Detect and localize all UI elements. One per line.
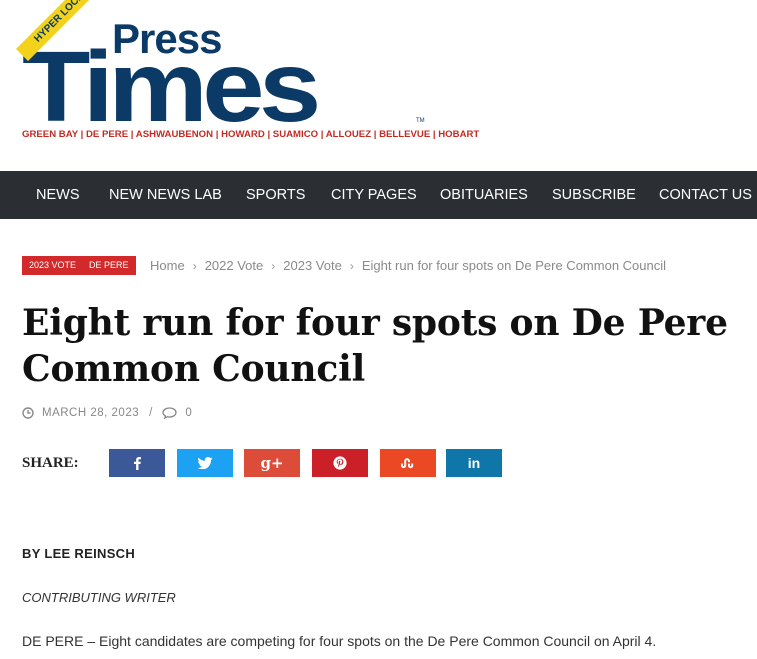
linkedin-icon: in	[467, 455, 481, 471]
breadcrumb-home[interactable]: Home	[150, 258, 185, 273]
article-date: MARCH 28, 2023	[42, 407, 140, 419]
nav-item-sports[interactable]: SPORTS	[246, 171, 305, 219]
breadcrumb: Home › 2022 Vote › 2023 Vote › Eight run for f…	[150, 256, 666, 275]
breadcrumb-current: Eight run for four spots on De Pere Comm…	[361, 258, 667, 273]
article-byline: BY LEE REINSCH	[22, 546, 136, 561]
google-plus-icon: g+	[260, 453, 284, 472]
logo-trademark: TM	[416, 118, 425, 124]
logo-press-text: Press	[112, 15, 222, 62]
nav-item-city-pages[interactable]: CITY PAGES	[331, 171, 417, 219]
breadcrumb-2022-vote[interactable]: 2022 Vote	[205, 258, 264, 273]
category-tag-de-pere[interactable]: DE PERE	[82, 256, 136, 275]
nav-item-new-news-lab[interactable]: NEW NEWS LAB	[109, 171, 222, 219]
masthead: Times Press HYPER LOCAL TM GREEN BAY | D…	[0, 0, 757, 171]
nav-item-subscribe[interactable]: SUBSCRIBE	[552, 171, 636, 219]
nav-item-contact-us[interactable]: CONTACT US	[659, 171, 752, 219]
main-nav: NEWS NEW NEWS LAB SPORTS CITY PAGES OBIT…	[0, 171, 757, 219]
chevron-right-icon: ›	[349, 259, 354, 273]
share-label: SHARE:	[22, 455, 79, 471]
share-facebook-button[interactable]	[109, 449, 165, 477]
share-twitter-button[interactable]	[177, 449, 233, 477]
twitter-icon	[197, 457, 213, 469]
press-times-logo[interactable]: Times Press HYPER LOCAL TM GREEN BAY | D…	[16, 0, 479, 144]
article-paragraph: DE PERE – Eight candidates are competing…	[22, 633, 657, 649]
meta-divider: /	[149, 407, 153, 419]
nav-item-obituaries[interactable]: OBITUARIES	[440, 171, 528, 219]
author-role: CONTRIBUTING WRITER	[22, 590, 176, 605]
article-meta: MARCH 28, 2023 / 0	[22, 405, 192, 421]
share-pinterest-button[interactable]	[312, 449, 368, 477]
stumbleupon-icon	[400, 457, 416, 469]
category-tag-2023-vote[interactable]: 2023 VOTE	[22, 256, 84, 275]
clock-icon	[22, 407, 34, 419]
logo-cities-list: GREEN BAY | DE PERE | ASHWAUBENON | HOWA…	[22, 129, 480, 140]
article-title: Eight run for four spots on De Pere Comm…	[22, 302, 728, 390]
nav-item-news[interactable]: NEWS	[36, 171, 80, 219]
facebook-icon	[132, 456, 142, 470]
share-stumbleupon-button[interactable]	[380, 449, 436, 477]
comment-icon[interactable]	[162, 407, 177, 420]
breadcrumb-2023-vote[interactable]: 2023 Vote	[283, 258, 342, 273]
share-google-plus-button[interactable]: g+	[244, 449, 300, 477]
chevron-right-icon: ›	[192, 259, 197, 273]
chevron-right-icon: ›	[271, 259, 276, 273]
share-linkedin-button[interactable]: in	[446, 449, 502, 477]
pinterest-icon	[333, 456, 347, 470]
comment-count[interactable]: 0	[185, 407, 191, 419]
